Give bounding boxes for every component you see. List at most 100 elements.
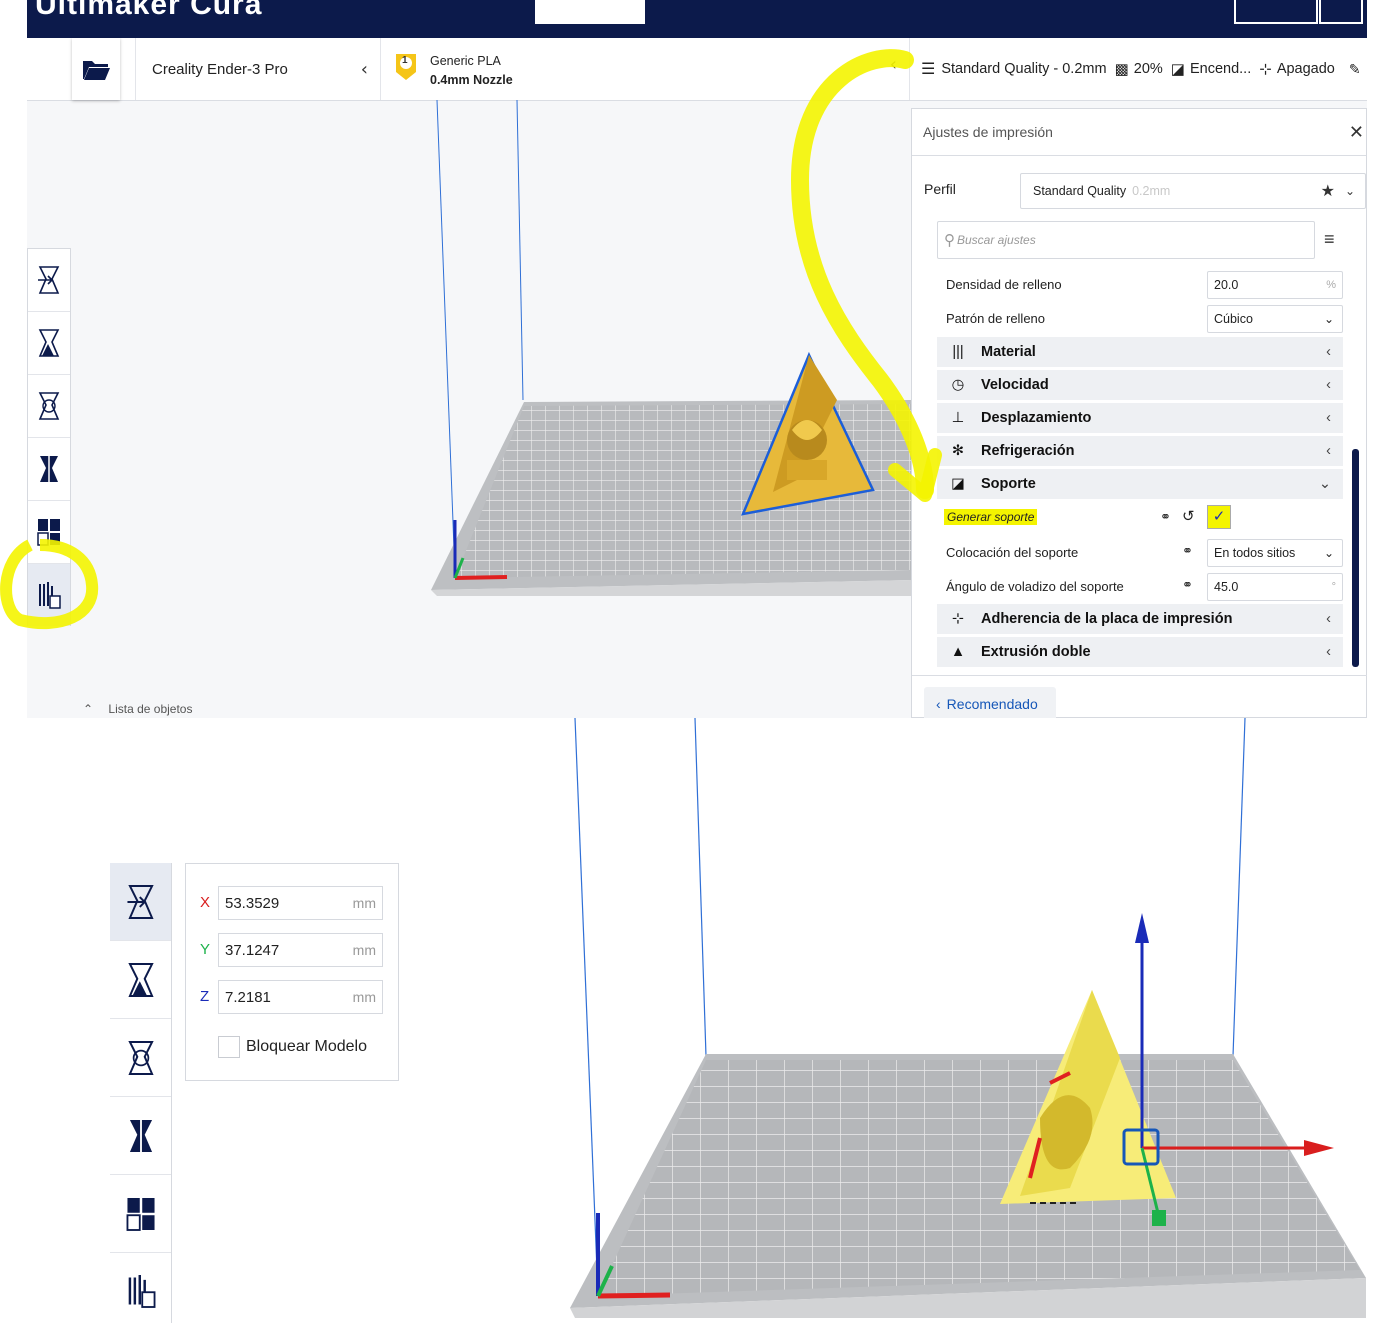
support-blocker-button[interactable] <box>28 564 70 626</box>
main-toolbar: Creality Ender-3 Pro ‹ 1 Generic PLA 0.4… <box>27 38 1367 101</box>
infill-density-value: 20.0 <box>1214 278 1239 292</box>
category-cooling[interactable]: ✻ Refrigeración ‹ <box>937 436 1343 466</box>
support-angle-label: Ángulo de voladizo del soporte <box>946 579 1124 594</box>
chevron-left-icon: ‹ <box>1326 611 1331 627</box>
print-settings-summary[interactable]: ☰ Standard Quality - 0.2mm ▩ 20% ◪ Encen… <box>911 38 1367 100</box>
rotate-tool-button[interactable] <box>28 375 70 438</box>
per-model-settings-icon <box>37 519 60 546</box>
support-placement-label: Colocación del soporte <box>946 545 1079 560</box>
settings-scrollbar[interactable] <box>1352 449 1359 667</box>
material-icon: ||| <box>952 344 964 360</box>
folder-icon <box>83 61 110 80</box>
adhesion-icon: ⊹ <box>1259 61 1272 78</box>
y-position-input[interactable]: 37.1247 mm <box>218 933 383 967</box>
scale-tool-button[interactable] <box>28 312 70 375</box>
settings-search-input[interactable]: ⚲ Buscar ajustes <box>937 221 1315 259</box>
print-settings-panel: Ajustes de impresión ✕ Perfil Standard Q… <box>911 108 1367 718</box>
close-icon[interactable]: ✕ <box>1349 122 1364 143</box>
printer-selector[interactable]: Creality Ender-3 Pro ‹ <box>135 38 381 100</box>
material-name: Generic PLA <box>430 54 501 68</box>
y-position-value: 37.1247 <box>225 941 280 959</box>
x-axis-label: X <box>200 894 211 911</box>
per-model-settings-icon <box>126 1197 155 1231</box>
x-unit: mm <box>352 895 376 911</box>
mirror-icon <box>129 1117 152 1154</box>
infill-density-unit: % <box>1326 279 1336 291</box>
category-adhesion-label: Adherencia de la placa de impresión <box>981 611 1233 627</box>
scale-icon <box>38 329 60 357</box>
category-travel[interactable]: ⊥ Desplazamiento ‹ <box>937 403 1343 433</box>
profile-label: Perfil <box>924 181 956 197</box>
z-unit: mm <box>352 989 376 1005</box>
category-cooling-label: Refrigeración <box>981 443 1075 459</box>
support-blocker-button[interactable] <box>110 1253 171 1328</box>
profile-suffix: 0.2mm <box>1132 184 1171 198</box>
chevron-down-icon: ⌄ <box>1318 476 1331 492</box>
rotate-tool-button[interactable] <box>110 1019 171 1097</box>
support-icon: ◪ <box>951 476 965 492</box>
per-model-settings-button[interactable] <box>28 501 70 564</box>
infill-pattern-dropdown[interactable]: Cúbico ⌄ <box>1207 305 1343 333</box>
build-volume-viewport[interactable] <box>27 100 911 718</box>
star-icon[interactable]: ★ <box>1321 181 1335 201</box>
category-material[interactable]: ||| Material ‹ <box>937 337 1343 367</box>
chevron-left-icon: ‹ <box>936 696 941 712</box>
mirror-tool-button[interactable] <box>28 438 70 501</box>
y-unit: mm <box>352 942 376 958</box>
move-tool-panel: X 53.3529 mm Y 37.1247 mm Z 7.2181 mm Bl… <box>185 863 399 1081</box>
category-support[interactable]: ◪ Soporte ⌄ <box>937 469 1343 499</box>
rotate-icon <box>38 392 60 420</box>
extruder-number: 1 <box>402 55 408 66</box>
z-position-input[interactable]: 7.2181 mm <box>218 980 383 1014</box>
marketplace-button[interactable] <box>1234 0 1318 24</box>
category-speed[interactable]: ◷ Velocidad ‹ <box>937 370 1343 400</box>
move-tool-button-active[interactable] <box>110 863 171 941</box>
infill-density-label: Densidad de relleno <box>946 277 1062 292</box>
link-icon: ⚭ <box>1182 577 1193 592</box>
app-title: Ultimaker Cura <box>35 0 263 21</box>
recommended-button[interactable]: ‹ Recomendado <box>924 687 1056 718</box>
mirror-tool-button[interactable] <box>110 1097 171 1175</box>
z-axis-label: Z <box>200 988 210 1005</box>
category-support-label: Soporte <box>981 476 1036 492</box>
tool-strip-2 <box>110 863 172 1323</box>
profile-dropdown[interactable]: Standard Quality 0.2mm ★ ⌄ <box>1020 173 1366 209</box>
support-placement-dropdown[interactable]: En todos sitios ⌄ <box>1207 539 1343 567</box>
print-settings-header: Ajustes de impresión ✕ <box>912 109 1366 156</box>
printer-name: Creality Ender-3 Pro <box>152 60 288 78</box>
chevron-up-icon: ⌃ <box>83 702 94 716</box>
infill-density-input[interactable]: 20.0 % <box>1207 271 1343 299</box>
open-file-button[interactable] <box>72 38 120 100</box>
infill-pattern-label: Patrón de relleno <box>946 311 1046 326</box>
generate-support-checkbox[interactable]: ✓ <box>1207 505 1231 529</box>
stage-tab-prepare[interactable] <box>535 0 645 24</box>
reset-icon[interactable]: ↺ <box>1182 507 1195 525</box>
category-adhesion[interactable]: ⊹ Adherencia de la placa de impresión ‹ <box>937 604 1343 634</box>
category-dual-extrusion[interactable]: ▲ Extrusión doble ‹ <box>937 637 1343 667</box>
pencil-icon: ✎ <box>1348 60 1361 77</box>
rotate-icon <box>127 1040 154 1075</box>
account-button[interactable] <box>1319 0 1363 24</box>
generate-support-label: Generar soporte <box>944 509 1038 525</box>
material-selector[interactable]: 1 Generic PLA 0.4mm Nozzle ‹ <box>382 38 910 100</box>
move-icon <box>126 884 154 919</box>
print-settings-title: Ajustes de impresión <box>923 124 1053 140</box>
settings-menu-icon[interactable]: ≡ <box>1324 229 1335 250</box>
scale-icon <box>127 962 154 997</box>
x-position-value: 53.3529 <box>225 894 280 912</box>
recommended-label: Recomendado <box>946 696 1038 712</box>
y-axis-label: Y <box>200 941 211 958</box>
scale-tool-button[interactable] <box>110 941 171 1019</box>
link-icon: ⚭ <box>1182 543 1193 558</box>
chevron-left-icon: ‹ <box>889 54 897 75</box>
lock-model-checkbox[interactable] <box>218 1036 240 1058</box>
move-tool-button[interactable] <box>28 249 70 312</box>
object-list-toggle[interactable]: ⌃ Lista de objetos <box>83 702 192 716</box>
category-speed-label: Velocidad <box>981 377 1049 393</box>
panel-footer-divider <box>912 675 1367 676</box>
x-position-input[interactable]: 53.3529 mm <box>218 886 383 920</box>
per-model-settings-button[interactable] <box>110 1175 171 1253</box>
link-icon: ⚭ <box>1160 509 1171 524</box>
chevron-down-icon: ⌄ <box>1344 184 1355 198</box>
support-angle-input[interactable]: 45.0 ° <box>1207 573 1343 601</box>
